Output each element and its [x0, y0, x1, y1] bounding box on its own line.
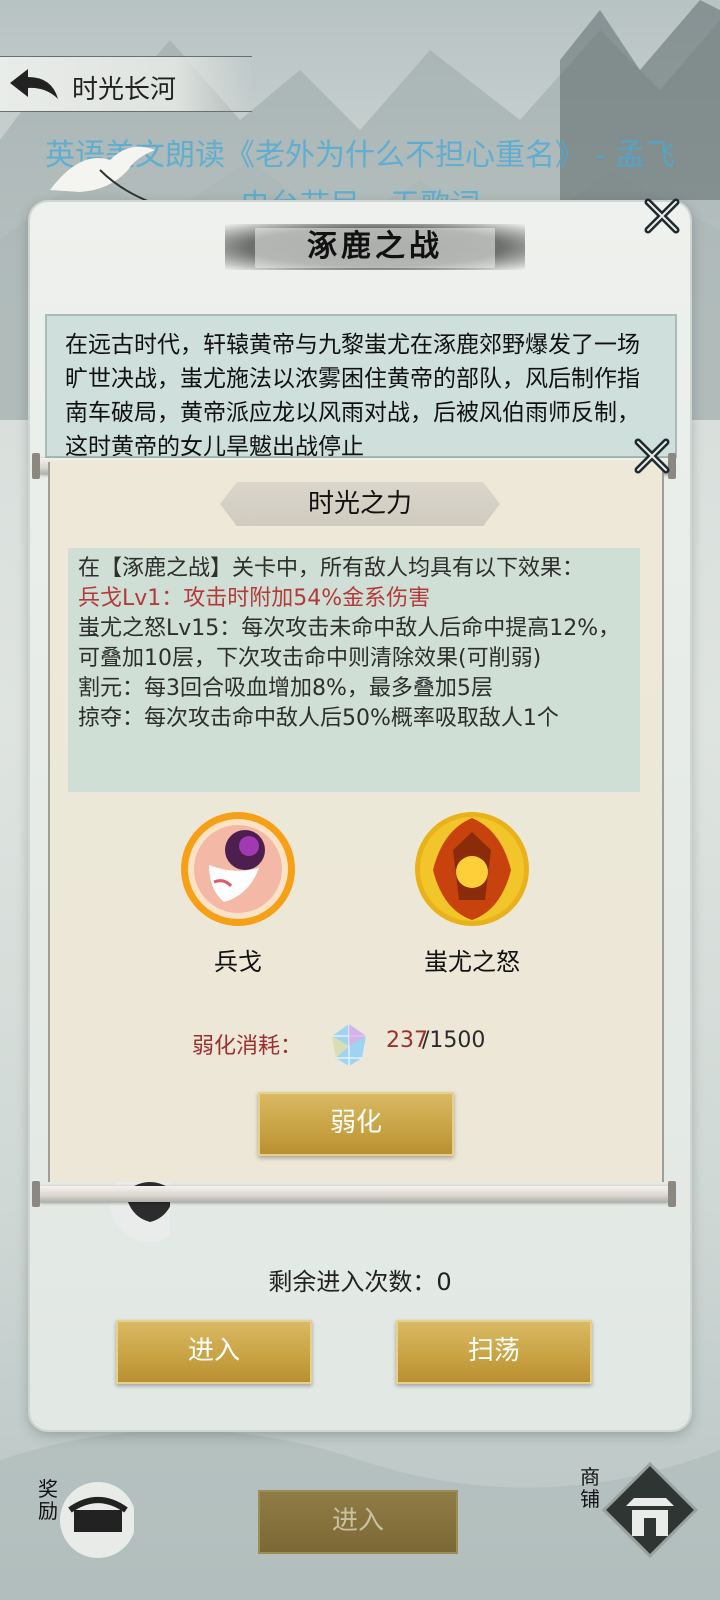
- effect-list[interactable]: 在【涿鹿之战】关卡中，所有敌人均具有以下效果： 兵戈Lv1：攻击时附加54%金系…: [68, 548, 640, 792]
- sweep-button[interactable]: 扫荡: [396, 1320, 592, 1384]
- close-icon[interactable]: [632, 436, 672, 476]
- shop-label: 商铺: [580, 1465, 600, 1511]
- story-text: 在远古时代，轩辕黄帝与九黎蚩尤在涿鹿郊野爆发了一场旷世决战，蚩尤施法以浓雾困住黄…: [65, 332, 640, 458]
- bottom-enter-button[interactable]: 进入: [258, 1490, 458, 1554]
- remaining-label: 剩余进入次数：: [268, 1268, 437, 1296]
- scroll-bottom-rod: [32, 1181, 676, 1207]
- skill-weapon[interactable]: 兵戈: [168, 810, 308, 977]
- story-text-box[interactable]: 在远古时代，轩辕黄帝与九黎蚩尤在涿鹿郊野爆发了一场旷世决战，蚩尤施法以浓雾困住黄…: [45, 314, 677, 458]
- effect-line-chiyou: 蚩尤之怒Lv15：每次攻击未命中敌人后命中提高12%，可叠加10层，下次攻击命中…: [78, 616, 621, 671]
- shop-button[interactable]: 商铺: [580, 1461, 700, 1572]
- effect-line-geyuan: 割元：每3回合吸血增加8%，最多叠加5层: [78, 676, 493, 701]
- skill-label: 兵戈: [214, 948, 262, 976]
- page-title: 时光长河: [72, 75, 177, 105]
- weaken-cost: 弱化消耗： 237 /1500: [50, 1022, 662, 1066]
- crane-decoration: [50, 146, 155, 203]
- effect-line: 在【涿鹿之战】关卡中，所有敌人均具有以下效果：: [78, 556, 585, 581]
- effect-line-plunder: 掠夺：每次攻击命中敌人后50%概率吸取敌人1个: [78, 706, 559, 731]
- stage-title: 涿鹿之战: [307, 229, 443, 264]
- weapon-skill-icon: [181, 812, 295, 926]
- chiyou-rage-icon: [415, 812, 529, 926]
- close-icon[interactable]: [642, 196, 682, 236]
- cost-max: /1500: [422, 1028, 486, 1053]
- crystal-gem-icon: [332, 1024, 366, 1066]
- cost-label: 弱化消耗：: [192, 1034, 303, 1059]
- remaining-count: 0: [436, 1268, 452, 1296]
- remaining-entries: 剩余进入次数：0: [30, 1262, 690, 1297]
- enter-button[interactable]: 进入: [116, 1320, 312, 1384]
- time-power-panel: 时光之力 在【涿鹿之战】关卡中，所有敌人均具有以下效果： 兵戈Lv1：攻击时附加…: [48, 438, 670, 1182]
- header-bar: 时光长河: [0, 56, 252, 112]
- reward-label: 奖励: [38, 1477, 58, 1523]
- back-arrow-icon[interactable]: [6, 63, 62, 105]
- power-title: 时光之力: [307, 489, 412, 519]
- skill-chiyou-rage[interactable]: 蚩尤之怒: [402, 810, 542, 977]
- reward-button[interactable]: 奖励: [34, 1470, 136, 1560]
- weaken-button[interactable]: 弱化: [258, 1092, 454, 1156]
- effect-line-weapon: 兵戈Lv1：攻击时附加54%金系伤害: [78, 586, 431, 611]
- skill-label: 蚩尤之怒: [424, 948, 520, 976]
